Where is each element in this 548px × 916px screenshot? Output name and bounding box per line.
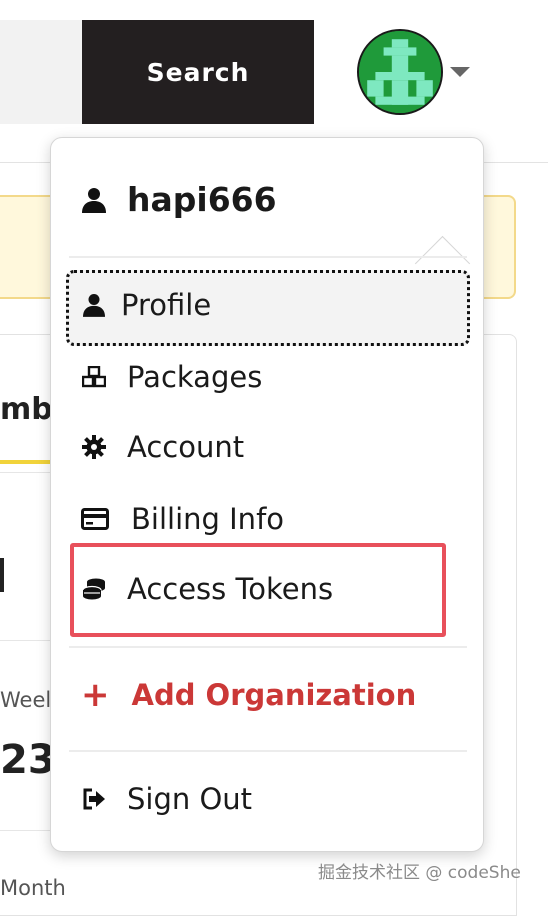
text-fragment: [0, 558, 4, 592]
weekly-downloads-label: Weel: [0, 688, 52, 712]
divider: [0, 472, 50, 473]
menu-item-label: Packages: [127, 360, 263, 394]
search-input[interactable]: [0, 20, 82, 124]
user-dropdown-menu: hapi666 Profile Packages Account Billing…: [50, 137, 484, 852]
avatar-identicon-icon: [359, 31, 441, 113]
chevron-down-icon[interactable]: [450, 67, 470, 77]
menu-item-profile[interactable]: Profile: [81, 288, 211, 322]
menu-item-label: Sign Out: [127, 782, 253, 816]
tab-fragment[interactable]: mb: [0, 392, 53, 427]
avatar[interactable]: [357, 29, 443, 115]
watermark-text: 掘金技术社区 @ codeShe: [318, 863, 521, 883]
menu-item-label: Add Organization: [131, 678, 417, 712]
menu-item-label: Account: [127, 430, 245, 464]
menu-divider: [69, 750, 467, 752]
menu-item-label: Billing Info: [131, 502, 285, 536]
menu-username: hapi666: [81, 180, 277, 219]
menu-divider: [69, 256, 467, 258]
user-icon: [81, 292, 107, 318]
avatar-button[interactable]: [357, 29, 443, 115]
user-icon: [81, 187, 107, 213]
plus-icon: +: [81, 675, 110, 715]
packages-icon: [81, 364, 107, 390]
menu-item-label: Profile: [121, 288, 212, 322]
menu-item-billing-info[interactable]: Billing Info: [81, 502, 284, 536]
search-button[interactable]: Search: [82, 20, 314, 124]
menu-item-label: Access Tokens: [127, 572, 334, 606]
gear-icon: [81, 434, 107, 460]
divider: [0, 830, 50, 831]
menu-item-access-tokens[interactable]: Access Tokens: [81, 572, 333, 606]
menu-item-add-organization[interactable]: + Add Organization: [81, 678, 416, 712]
coins-icon: [81, 576, 107, 602]
monthly-downloads-label: Month: [0, 876, 66, 900]
menu-item-account[interactable]: Account: [81, 430, 244, 464]
divider: [0, 640, 50, 641]
username-label: hapi666: [127, 180, 277, 219]
active-tab-underline: [0, 460, 52, 464]
credit-card-icon: [81, 506, 109, 532]
sign-out-icon: [81, 786, 107, 812]
menu-item-packages[interactable]: Packages: [81, 360, 262, 394]
menu-divider: [69, 646, 467, 648]
menu-item-sign-out[interactable]: Sign Out: [81, 782, 252, 816]
